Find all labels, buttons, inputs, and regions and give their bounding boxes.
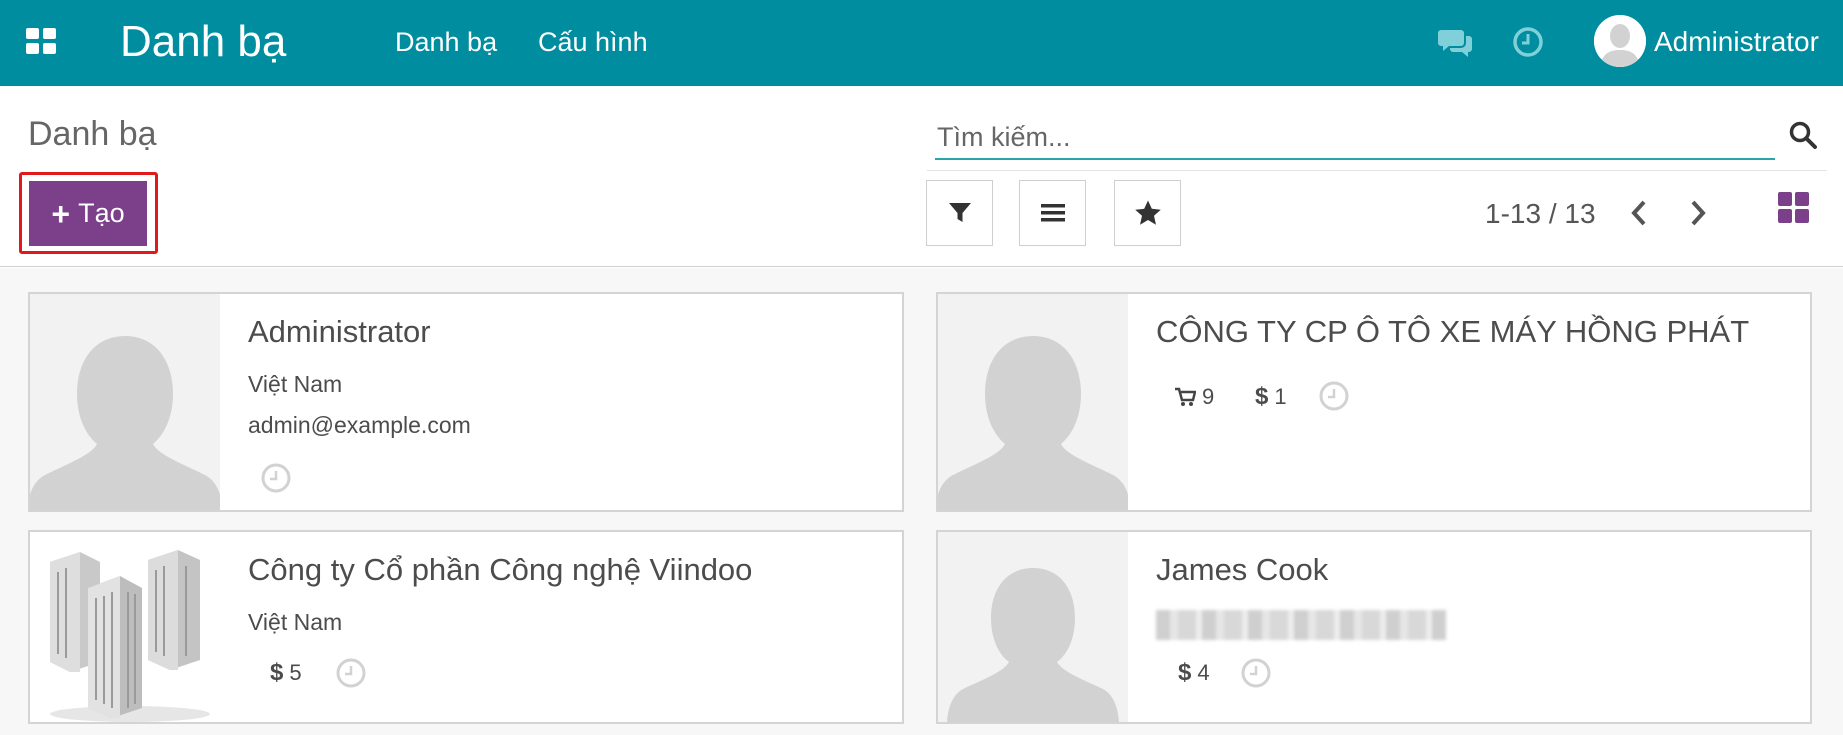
contact-card[interactable]: CÔNG TY CP Ô TÔ XE MÁY HỒNG PHÁT 9 $ 1 <box>936 292 1812 512</box>
invoice-count: 4 <box>1197 660 1210 685</box>
activity-clock-icon[interactable] <box>1318 380 1350 412</box>
plus-icon: + <box>51 195 71 232</box>
user-avatar[interactable] <box>1594 15 1646 67</box>
contact-card[interactable]: Công ty Cổ phần Công nghệ Viindoo Việt N… <box>28 530 904 724</box>
contact-avatar <box>30 294 220 510</box>
pager-value[interactable]: 1-13 / 13 <box>1485 198 1596 230</box>
breadcrumb: Danh bạ <box>28 115 157 153</box>
search-input[interactable] <box>937 120 1717 154</box>
redacted-email <box>1156 610 1446 640</box>
menu-item-contacts[interactable]: Danh bạ <box>395 26 497 58</box>
contact-name: CÔNG TY CP Ô TÔ XE MÁY HỒNG PHÁT <box>1156 314 1750 349</box>
contact-country: Việt Nam <box>248 371 343 397</box>
invoice-count-button[interactable]: $ 1 <box>1255 384 1287 410</box>
contact-email: admin@example.com <box>248 412 471 438</box>
cart-icon <box>1175 387 1196 406</box>
favorites-icon <box>1134 200 1161 225</box>
invoice-count-button[interactable]: $ 5 <box>270 660 302 686</box>
contact-name: James Cook <box>1156 552 1329 587</box>
group-by-icon <box>1040 204 1065 222</box>
user-name[interactable]: Administrator <box>1654 26 1819 58</box>
activity-clock-icon[interactable] <box>1512 26 1544 58</box>
filter-button[interactable] <box>926 180 993 246</box>
sales-count: 9 <box>1202 384 1215 409</box>
create-button-label: Tạo <box>78 198 125 228</box>
search-bar <box>935 114 1775 160</box>
divider <box>927 170 1827 171</box>
contact-name: Công ty Cổ phần Công nghệ Viindoo <box>248 552 753 587</box>
favorites-button[interactable] <box>1114 180 1181 246</box>
chat-icon[interactable] <box>1438 26 1474 58</box>
contact-country: Việt Nam <box>248 609 343 635</box>
filter-icon <box>948 203 971 222</box>
contact-avatar <box>938 532 1128 722</box>
sales-count-button[interactable]: 9 <box>1174 384 1214 410</box>
search-icon[interactable] <box>1788 120 1818 150</box>
activity-clock-icon[interactable] <box>1240 657 1272 689</box>
app-menu-icon[interactable] <box>26 28 56 54</box>
contact-card[interactable]: James Cook $ 4 <box>936 530 1812 724</box>
activity-clock-icon[interactable] <box>335 657 367 689</box>
invoice-count: 5 <box>289 660 302 685</box>
invoice-count-button[interactable]: $ 4 <box>1178 660 1210 686</box>
kanban-view-icon[interactable] <box>1778 192 1810 224</box>
dollar-icon: $ <box>1178 659 1192 686</box>
company-buildings-image <box>30 532 220 722</box>
contact-name: Administrator <box>248 314 431 349</box>
kanban-view: Administrator Việt Nam admin@example.com… <box>0 268 1843 735</box>
pager-next-icon[interactable] <box>1685 194 1711 232</box>
activity-clock-icon[interactable] <box>260 462 292 494</box>
app-title: Danh bạ <box>120 17 287 66</box>
pager-previous-icon[interactable] <box>1626 194 1652 232</box>
dollar-icon: $ <box>1255 383 1269 410</box>
invoice-count: 1 <box>1274 384 1287 409</box>
control-panel: Danh bạ + Tạo 1-13 / 13 <box>0 86 1843 267</box>
dollar-icon: $ <box>270 659 284 686</box>
create-button[interactable]: + Tạo <box>29 181 147 246</box>
menu-item-configuration[interactable]: Cấu hình <box>538 26 648 58</box>
contact-card[interactable]: Administrator Việt Nam admin@example.com <box>28 292 904 512</box>
top-navbar: Danh bạ Danh bạ Cấu hình Administrator <box>0 0 1843 86</box>
group-by-button[interactable] <box>1019 180 1086 246</box>
contact-avatar <box>938 294 1128 510</box>
